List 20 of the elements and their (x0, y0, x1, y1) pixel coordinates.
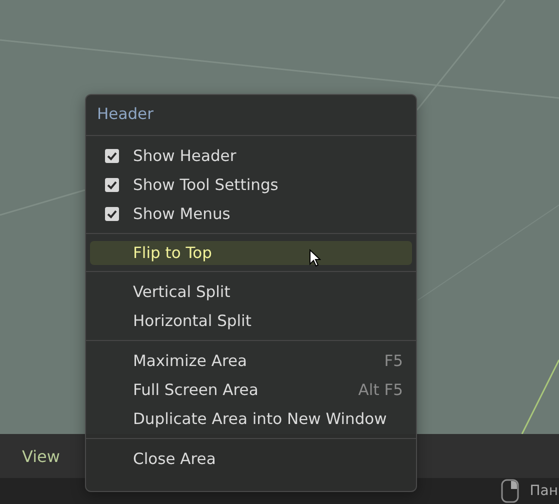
shortcut-label: Alt F5 (358, 380, 404, 398)
menu-title: Header (96, 104, 154, 125)
shortcut-label: F5 (384, 352, 404, 370)
menu-item[interactable]: Full Screen Area Alt F5 (90, 375, 412, 404)
checkbox[interactable] (105, 206, 119, 220)
menu-item[interactable]: Close Area (90, 444, 412, 473)
mouse-icon (500, 479, 519, 503)
menu-item[interactable]: Show Header (90, 141, 412, 170)
menu-item[interactable]: Maximize Area F5 (90, 346, 412, 375)
menu-item[interactable]: Flip to Top (90, 241, 412, 265)
cursor-icon (309, 249, 321, 267)
menu-item[interactable]: Show Menus (90, 199, 412, 228)
menu-item[interactable]: Horizontal Split (90, 306, 412, 335)
menu-item[interactable]: Show Tool Settings (90, 170, 412, 199)
menu-item[interactable]: Vertical Split (90, 277, 412, 306)
checkbox[interactable] (105, 178, 119, 192)
checkbox[interactable] (105, 148, 119, 162)
menu-item[interactable]: Duplicate Area into New Window (90, 404, 412, 433)
view-menu[interactable]: View (22, 446, 60, 466)
status-hint: Пан (530, 483, 558, 499)
